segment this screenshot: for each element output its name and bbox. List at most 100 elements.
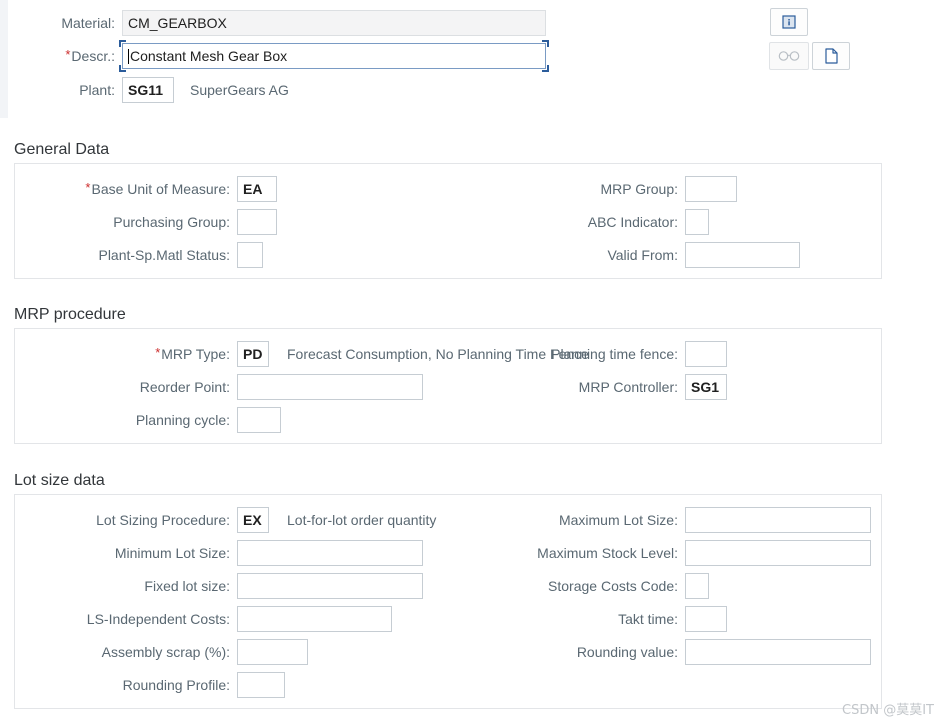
label-text: Maximum Lot Size: bbox=[558, 512, 678, 528]
field-row-valid-from: Valid From: bbox=[446, 242, 800, 268]
input-maximum-lot-size[interactable] bbox=[685, 507, 871, 533]
label-mrp-group: MRP Group: bbox=[446, 181, 685, 197]
input-base-unit-of-measure[interactable]: EA bbox=[237, 176, 277, 202]
label-base-unit-of-measure: *Base Unit of Measure: bbox=[15, 181, 237, 197]
field-row-base-unit-of-measure: *Base Unit of Measure: EA bbox=[15, 176, 277, 202]
input-fixed-lot-size[interactable] bbox=[237, 573, 423, 599]
field-row-mrp-group: MRP Group: bbox=[446, 176, 737, 202]
material-field-row: Material: CM_GEARBOX bbox=[0, 10, 546, 36]
input-storage-costs-code[interactable] bbox=[685, 573, 709, 599]
field-row-rounding-profile: Rounding Profile: bbox=[15, 672, 285, 698]
section-panel-mrp-procedure: *MRP Type: PD Forecast Consumption, No Pla… bbox=[14, 328, 882, 444]
field-row-plant-sp-matl-status: Plant-Sp.Matl Status: bbox=[15, 242, 263, 268]
label-maximum-lot-size: Maximum Lot Size: bbox=[446, 512, 685, 528]
label-valid-from: Valid From: bbox=[446, 247, 685, 263]
label-maximum-stock-level: Maximum Stock Level: bbox=[446, 545, 685, 561]
input-planning-time-fence[interactable] bbox=[685, 341, 727, 367]
input-lot-sizing-procedure[interactable]: EX bbox=[237, 507, 269, 533]
input-maximum-stock-level[interactable] bbox=[685, 540, 871, 566]
material-input[interactable]: CM_GEARBOX bbox=[122, 10, 546, 36]
display-button[interactable] bbox=[769, 42, 809, 70]
input-rounding-value[interactable] bbox=[685, 639, 871, 665]
section-panel-general-data: *Base Unit of Measure: EA Purchasing Group… bbox=[14, 163, 882, 279]
input-valid-from[interactable] bbox=[685, 242, 800, 268]
label-mrp-type: *MRP Type: bbox=[15, 346, 237, 362]
focus-corner-bottom-left bbox=[119, 65, 126, 72]
information-button[interactable] bbox=[770, 8, 808, 36]
label-text: Rounding Profile: bbox=[122, 677, 230, 693]
focus-corner-top-right bbox=[542, 40, 549, 47]
label-planning-time-fence: Planning time fence: bbox=[446, 346, 685, 362]
label-purchasing-group: Purchasing Group: bbox=[15, 214, 237, 230]
section-title-lot-size-data: Lot size data bbox=[14, 472, 105, 489]
label-text: ABC Indicator: bbox=[587, 214, 678, 230]
label-text: Storage Costs Code: bbox=[548, 578, 678, 594]
plant-field-row: Plant: SG11 SuperGears AG bbox=[0, 77, 289, 103]
field-row-planning-time-fence: Planning time fence: bbox=[446, 341, 727, 367]
input-mrp-type[interactable]: PD bbox=[237, 341, 269, 367]
plant-description: SuperGears AG bbox=[190, 82, 289, 98]
label-text: Purchasing Group: bbox=[113, 214, 230, 230]
input-plant-sp-matl-status[interactable] bbox=[237, 242, 263, 268]
description-label: *Descr.: bbox=[65, 47, 115, 64]
field-row-storage-costs-code: Storage Costs Code: bbox=[446, 573, 709, 599]
label-text: Minimum Lot Size: bbox=[114, 545, 230, 561]
description-input[interactable]: Constant Mesh Gear Box bbox=[122, 43, 546, 69]
input-abc-indicator[interactable] bbox=[685, 209, 709, 235]
input-takt-time[interactable] bbox=[685, 606, 727, 632]
field-row-minimum-lot-size: Minimum Lot Size: bbox=[15, 540, 423, 566]
required-marker: * bbox=[85, 180, 91, 195]
document-button[interactable] bbox=[812, 42, 850, 70]
label-minimum-lot-size: Minimum Lot Size: bbox=[15, 545, 237, 561]
input-planning-cycle[interactable] bbox=[237, 407, 281, 433]
input-minimum-lot-size[interactable] bbox=[237, 540, 423, 566]
label-text: Valid From: bbox=[607, 247, 678, 263]
label-rounding-value: Rounding value: bbox=[446, 644, 685, 660]
label-text: Reorder Point: bbox=[139, 379, 230, 395]
label-lot-sizing-procedure: Lot Sizing Procedure: bbox=[15, 512, 237, 528]
field-row-rounding-value: Rounding value: bbox=[446, 639, 871, 665]
glasses-icon bbox=[778, 51, 800, 61]
plant-label: Plant: bbox=[79, 82, 115, 98]
field-row-purchasing-group: Purchasing Group: bbox=[15, 209, 277, 235]
label-reorder-point: Reorder Point: bbox=[15, 379, 237, 395]
field-row-reorder-point: Reorder Point: bbox=[15, 374, 423, 400]
label-text: Plant-Sp.Matl Status: bbox=[98, 247, 230, 263]
text-cursor bbox=[128, 48, 129, 64]
input-mrp-controller[interactable]: SG1 bbox=[685, 374, 727, 400]
field-row-maximum-lot-size: Maximum Lot Size: bbox=[446, 507, 871, 533]
field-row-lot-sizing-procedure: Lot Sizing Procedure: EX Lot-for-lot order… bbox=[15, 507, 436, 533]
label-text: Planning cycle: bbox=[135, 412, 230, 428]
label-text: Maximum Stock Level: bbox=[537, 545, 678, 561]
material-label: Material: bbox=[61, 15, 115, 31]
label-text: Rounding value: bbox=[576, 644, 678, 660]
input-reorder-point[interactable] bbox=[237, 374, 423, 400]
label-text: MRP Controller: bbox=[578, 379, 678, 395]
label-rounding-profile: Rounding Profile: bbox=[15, 677, 237, 693]
field-row-mrp-controller: MRP Controller: SG1 bbox=[446, 374, 727, 400]
required-marker: * bbox=[65, 47, 71, 62]
label-storage-costs-code: Storage Costs Code: bbox=[446, 578, 685, 594]
field-row-planning-cycle: Planning cycle: bbox=[15, 407, 281, 433]
label-text: MRP Group: bbox=[600, 181, 678, 197]
input-purchasing-group[interactable] bbox=[237, 209, 277, 235]
field-row-assembly-scrap: Assembly scrap (%): bbox=[15, 639, 308, 665]
label-text: Planning time fence: bbox=[551, 346, 678, 362]
input-rounding-profile[interactable] bbox=[237, 672, 285, 698]
document-icon bbox=[824, 48, 838, 64]
label-mrp-controller: MRP Controller: bbox=[446, 379, 685, 395]
input-ls-independent-costs[interactable] bbox=[237, 606, 392, 632]
label-text: Base Unit of Measure: bbox=[91, 181, 230, 197]
info-icon bbox=[782, 15, 796, 29]
label-plant-sp-matl-status: Plant-Sp.Matl Status: bbox=[15, 247, 237, 263]
input-assembly-scrap[interactable] bbox=[237, 639, 308, 665]
focus-corner-top-left bbox=[119, 40, 126, 47]
field-row-ls-independent-costs: LS-Independent Costs: bbox=[15, 606, 392, 632]
label-text: Assembly scrap (%): bbox=[101, 644, 230, 660]
field-row-abc-indicator: ABC Indicator: bbox=[446, 209, 709, 235]
plant-input[interactable]: SG11 bbox=[122, 77, 174, 103]
section-title-mrp-procedure: MRP procedure bbox=[14, 306, 126, 323]
input-mrp-group[interactable] bbox=[685, 176, 737, 202]
description-field-row: *Descr.: Constant Mesh Gear Box bbox=[0, 40, 549, 72]
field-row-maximum-stock-level: Maximum Stock Level: bbox=[446, 540, 871, 566]
